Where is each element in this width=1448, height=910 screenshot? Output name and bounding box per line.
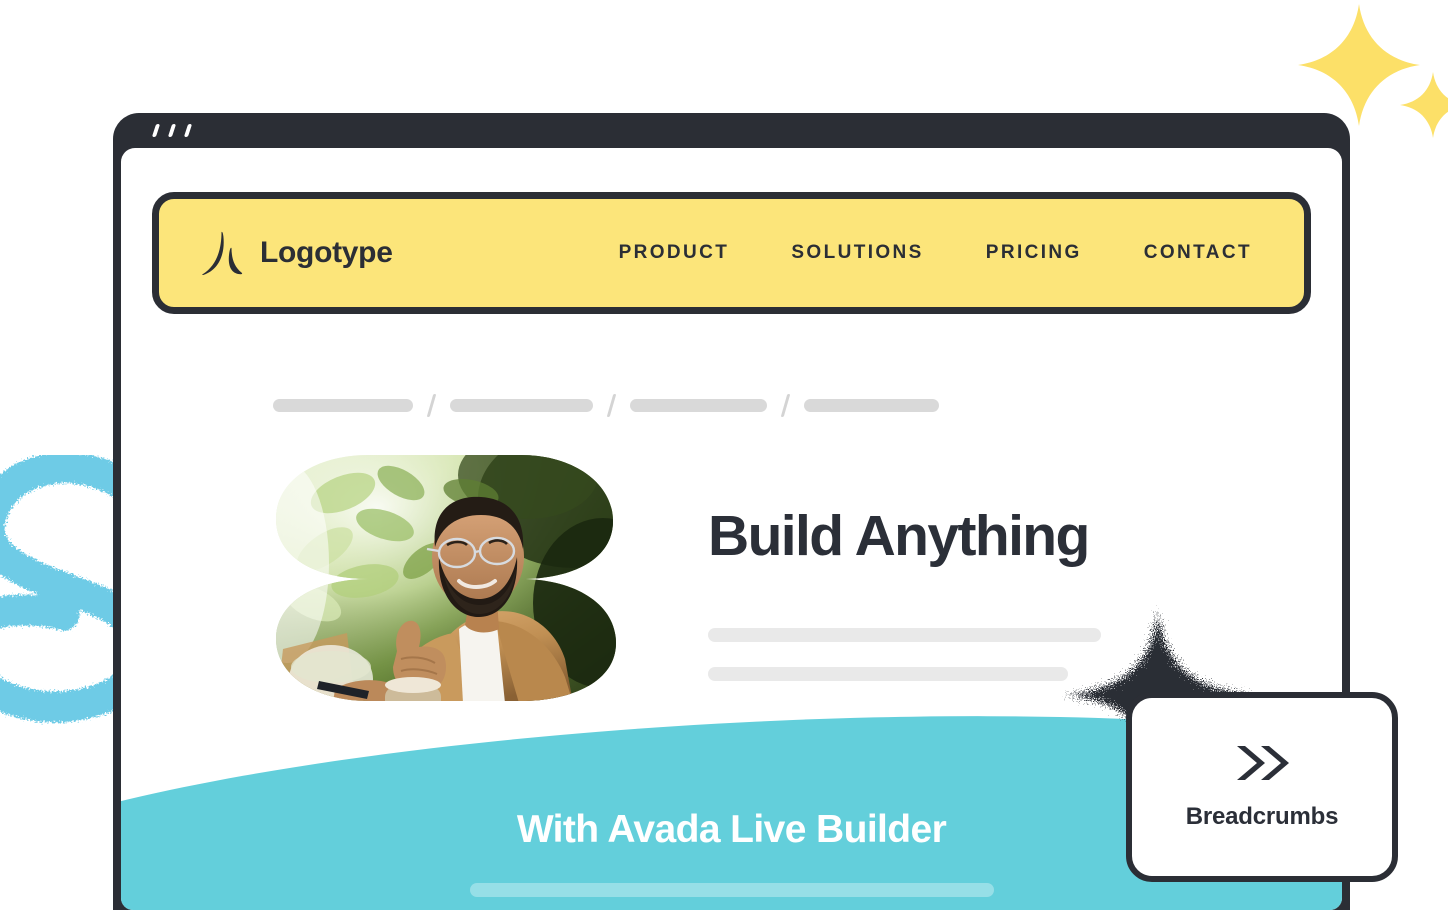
- titlebar-dash-2[interactable]: [167, 124, 177, 137]
- sparkle-large-icon: [1298, 4, 1420, 126]
- brand-name: Logotype: [260, 236, 393, 269]
- site-navbar: Logotype PRODUCT SOLUTIONS PRICING CONTA…: [152, 192, 1311, 314]
- browser-titlebar: [121, 113, 1342, 148]
- brand[interactable]: Logotype: [201, 231, 393, 275]
- breadcrumb-item-2[interactable]: [450, 399, 593, 412]
- breadcrumb-item-1[interactable]: [273, 399, 413, 412]
- breadcrumb-item-4[interactable]: [804, 399, 939, 412]
- sparkle-small-icon: [1400, 72, 1448, 138]
- callout-label: Breadcrumbs: [1185, 803, 1339, 830]
- titlebar-dash-1[interactable]: [151, 124, 161, 137]
- nav-link-contact[interactable]: CONTACT: [1144, 242, 1252, 264]
- nav-link-solutions[interactable]: SOLUTIONS: [791, 242, 923, 264]
- titlebar-dash-3[interactable]: [183, 124, 193, 137]
- breadcrumb-separator-3: [780, 394, 791, 417]
- nav-links: PRODUCT SOLUTIONS PRICING CONTACT: [619, 242, 1262, 264]
- breadcrumb-separator-1: [426, 394, 437, 417]
- double-chevron-right-icon: [1237, 746, 1289, 780]
- teal-banner-placeholder: [469, 883, 994, 897]
- hero-paragraph-placeholder-2: [708, 667, 1068, 681]
- breadcrumbs-callout-card[interactable]: Breadcrumbs: [1126, 692, 1398, 882]
- breadcrumb-separator-2: [606, 394, 617, 417]
- nav-link-product[interactable]: PRODUCT: [619, 242, 730, 264]
- hero-photo: [273, 453, 618, 703]
- breadcrumb: [273, 394, 939, 417]
- breadcrumb-item-3[interactable]: [630, 399, 767, 412]
- page-title: Build Anything: [708, 504, 1090, 568]
- nav-link-pricing[interactable]: PRICING: [986, 242, 1082, 264]
- hero-photo-image: [276, 455, 616, 701]
- avada-logo-icon: [202, 231, 243, 275]
